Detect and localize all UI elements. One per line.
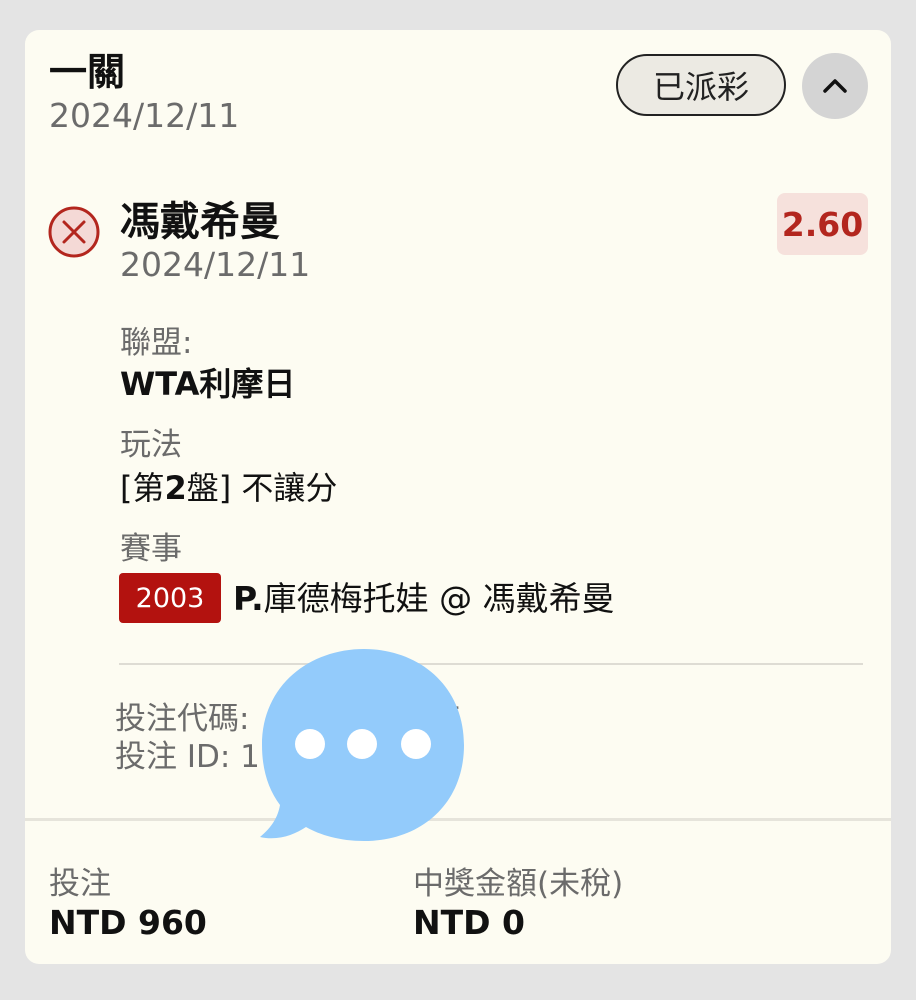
event-label: 賽事 [120,531,182,567]
divider [119,663,863,665]
collapse-button[interactable] [802,53,868,119]
payout-label: 中獎金額(未稅) [413,866,624,902]
chat-bubble-ellipsis-icon [260,649,464,841]
market-value: [第2盤] 不讓分 [120,469,338,507]
bet-date: 2024/12/11 [49,96,240,135]
lose-x-circle-icon [48,206,100,258]
event-name: P.庫德梅托娃 @ 馮戴希曼 [233,579,615,618]
event-code-badge: 2003 [119,573,221,623]
stake-label: 投注 [49,866,111,902]
stake-value: NTD 960 [49,903,207,942]
league-value: WTA利摩日 [120,365,296,403]
market-label: 玩法 [120,427,182,463]
bet-type-title: 一關 [49,50,126,94]
bet-code: 投注代碼:5 [115,701,463,737]
league-label: 聯盟: [120,325,193,361]
selection-name: 馮戴希曼 [120,199,280,245]
bet-id: 投注 ID: 1 [115,739,260,775]
payout-value: NTD 0 [413,903,525,942]
odds-badge: 2.60 [777,193,868,255]
status-badge: 已派彩 [616,54,786,116]
selection-date: 2024/12/11 [120,245,311,284]
chevron-up-icon [823,79,847,93]
